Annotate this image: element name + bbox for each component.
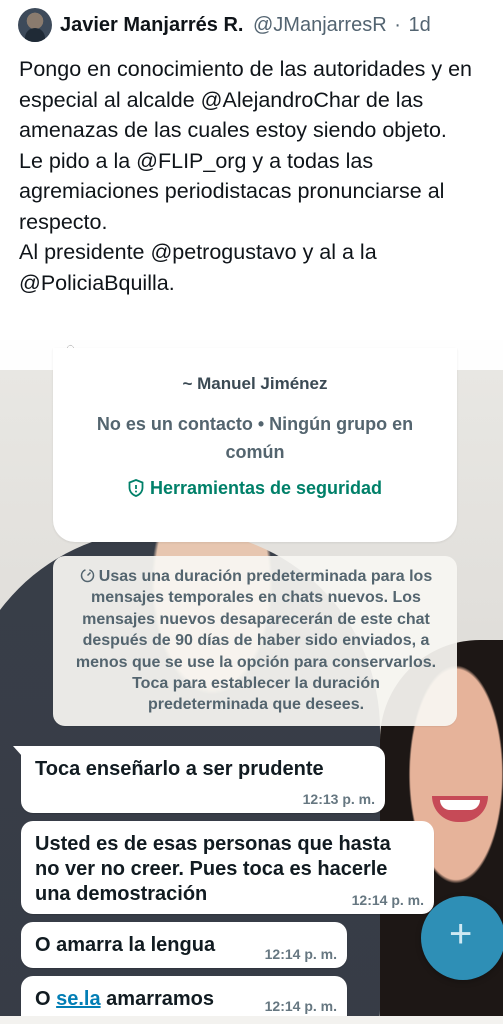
chat-screenshot: ◌ ~ Manuel Jiménez No es un contacto • N… (0, 340, 503, 1024)
contact-meta: No es un contacto • Ningún grupo en comú… (96, 414, 414, 462)
message-time: 12:14 p. m. (264, 998, 337, 1014)
contact-name: ~ Manuel Jiménez (182, 374, 328, 393)
security-tools-button[interactable]: Herramientas de seguridad (53, 478, 457, 499)
header-separator: · (394, 14, 401, 36)
tweet: Javier Manjarrés R. @JManjarresR · 1d Po… (0, 0, 503, 340)
system-message-text: Usas una duración predeterminada para lo… (75, 568, 437, 714)
message-text: O se.la amarramos (35, 987, 214, 1012)
new-chat-button[interactable]: + (421, 896, 503, 980)
message-text: O amarra la lengua (35, 934, 216, 956)
bottom-navigation-strip (0, 1016, 503, 1024)
message-link[interactable]: se.la (56, 988, 100, 1010)
contact-info-card: ~ Manuel Jiménez No es un contacto • Nin… (53, 348, 457, 542)
timer-icon (80, 568, 95, 583)
message-text-prefix: O (35, 988, 57, 1010)
tweet-header: Javier Manjarrés R. @JManjarresR · 1d (60, 11, 431, 39)
message-time: 12:14 p. m. (264, 946, 337, 962)
tweet-time[interactable]: 1d (408, 14, 430, 36)
disappearing-messages-notice[interactable]: Usas una duración predeterminada para lo… (53, 556, 457, 726)
shield-icon (128, 479, 144, 497)
security-tools-label: Herramientas de seguridad (149, 478, 383, 498)
message-bubble[interactable]: Usted es de esas personas que hasta no v… (21, 821, 434, 914)
system-message: Usas una duración predeterminada para lo… (71, 566, 441, 716)
message-time: 12:14 p. m. (351, 892, 424, 908)
message-text: Toca enseñarlo a ser prudente (35, 758, 324, 780)
message-text-suffix: amarramos (100, 988, 215, 1010)
author-name[interactable]: Javier Manjarrés R. (60, 14, 243, 36)
tweet-text: Pongo en conocimiento de las autoridades… (19, 57, 473, 295)
author-handle[interactable]: @JManjarresR (253, 14, 387, 36)
message-time: 12:13 p. m. (302, 791, 375, 807)
message-text: Usted es de esas personas que hasta no v… (35, 833, 391, 905)
plus-icon: + (449, 912, 473, 956)
message-bubble[interactable]: Toca enseñarlo a ser prudente 12:13 p. m… (13, 746, 385, 813)
message-bubble[interactable]: O amarra la lengua 12:14 p. m. (21, 922, 347, 968)
author-avatar[interactable] (18, 8, 52, 42)
